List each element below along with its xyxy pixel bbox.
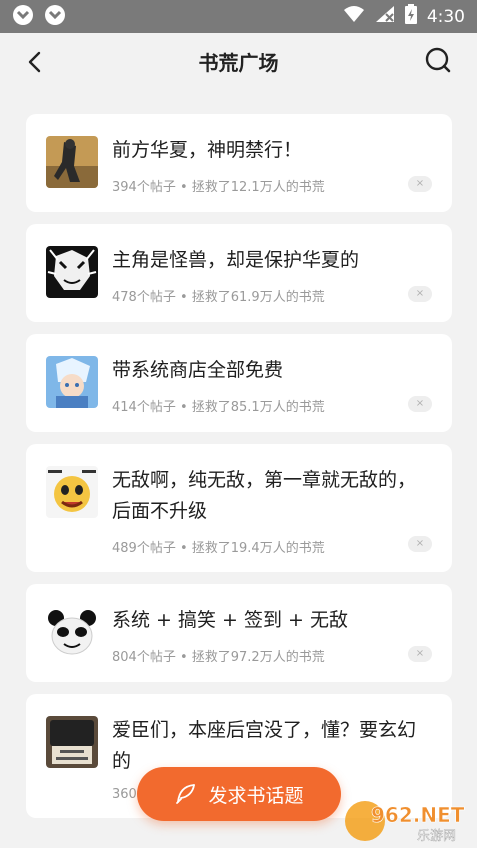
topic-card[interactable]: 前方华夏，神明禁行！ 394个帖子 • 拯救了12.1万人的书荒 × [26,114,452,212]
battery-icon [404,4,417,29]
app-bar: 书荒广场 [0,33,477,89]
topic-title: 带系统商店全部免费 [112,359,284,381]
topic-thumbnail [46,466,98,518]
page-title: 书荒广场 [198,50,279,75]
feather-pen-icon [176,784,196,804]
dismiss-button[interactable]: × [408,646,432,662]
watermark-sub: 乐游网 [417,829,456,844]
topic-list: 前方华夏，神明禁行！ 394个帖子 • 拯救了12.1万人的书荒 × 主角是怪兽… [26,114,452,830]
topic-title: 前方华夏，神明禁行！ [112,139,303,161]
topic-meta: 489个帖子 • 拯救了19.4万人的书荒 [112,541,325,556]
dismiss-button[interactable]: × [408,536,432,552]
wifi-icon [343,5,365,28]
search-icon [425,47,451,73]
topic-card[interactable]: 带系统商店全部免费 414个帖子 • 拯救了85.1万人的书荒 × [26,334,452,432]
post-topic-button[interactable]: 发求书话题 [137,767,341,821]
topic-thumbnail [46,136,98,188]
dismiss-button[interactable]: × [408,286,432,302]
topic-meta: 394个帖子 • 拯救了12.1万人的书荒 [112,180,325,195]
topic-thumbnail [46,356,98,408]
topic-card[interactable]: 系统 + 搞笑 + 签到 + 无敌 804个帖子 • 拯救了97.2万人的书荒 … [26,584,452,682]
topic-title: 系统 + 搞笑 + 签到 + 无敌 [112,609,348,631]
chevron-left-icon [28,51,41,73]
dismiss-button[interactable]: × [408,396,432,412]
app-notification-icon [44,4,66,30]
topic-thumbnail [46,606,98,658]
post-topic-label: 发求书话题 [208,784,304,807]
watermark-brand: 962.NET [371,803,465,827]
signal-icon [375,5,395,28]
topic-meta: 804个帖子 • 拯救了97.2万人的书荒 [112,650,325,665]
status-bar: 4:30 [0,0,477,33]
status-time: 4:30 [426,6,465,27]
watermark-logo: 962.NET 乐游网 [343,798,473,844]
dismiss-button[interactable]: × [408,176,432,192]
app-notification-icon [12,4,34,30]
topic-title: 主角是怪兽，却是保护华夏的 [112,249,360,271]
topic-card[interactable]: 无敌啊，纯无敌，第一章就无敌的，后面不升级 489个帖子 • 拯救了19.4万人… [26,444,452,572]
topic-card[interactable]: 主角是怪兽，却是保护华夏的 478个帖子 • 拯救了61.9万人的书荒 × [26,224,452,322]
topic-thumbnail [46,246,98,298]
back-button[interactable] [18,45,52,79]
topic-thumbnail [46,716,98,768]
topic-meta: 478个帖子 • 拯救了61.9万人的书荒 [112,290,325,305]
search-button[interactable] [421,43,455,77]
topic-title: 无敌啊，纯无敌，第一章就无敌的，后面不升级 [112,469,417,522]
topic-meta: 414个帖子 • 拯救了85.1万人的书荒 [112,400,325,415]
